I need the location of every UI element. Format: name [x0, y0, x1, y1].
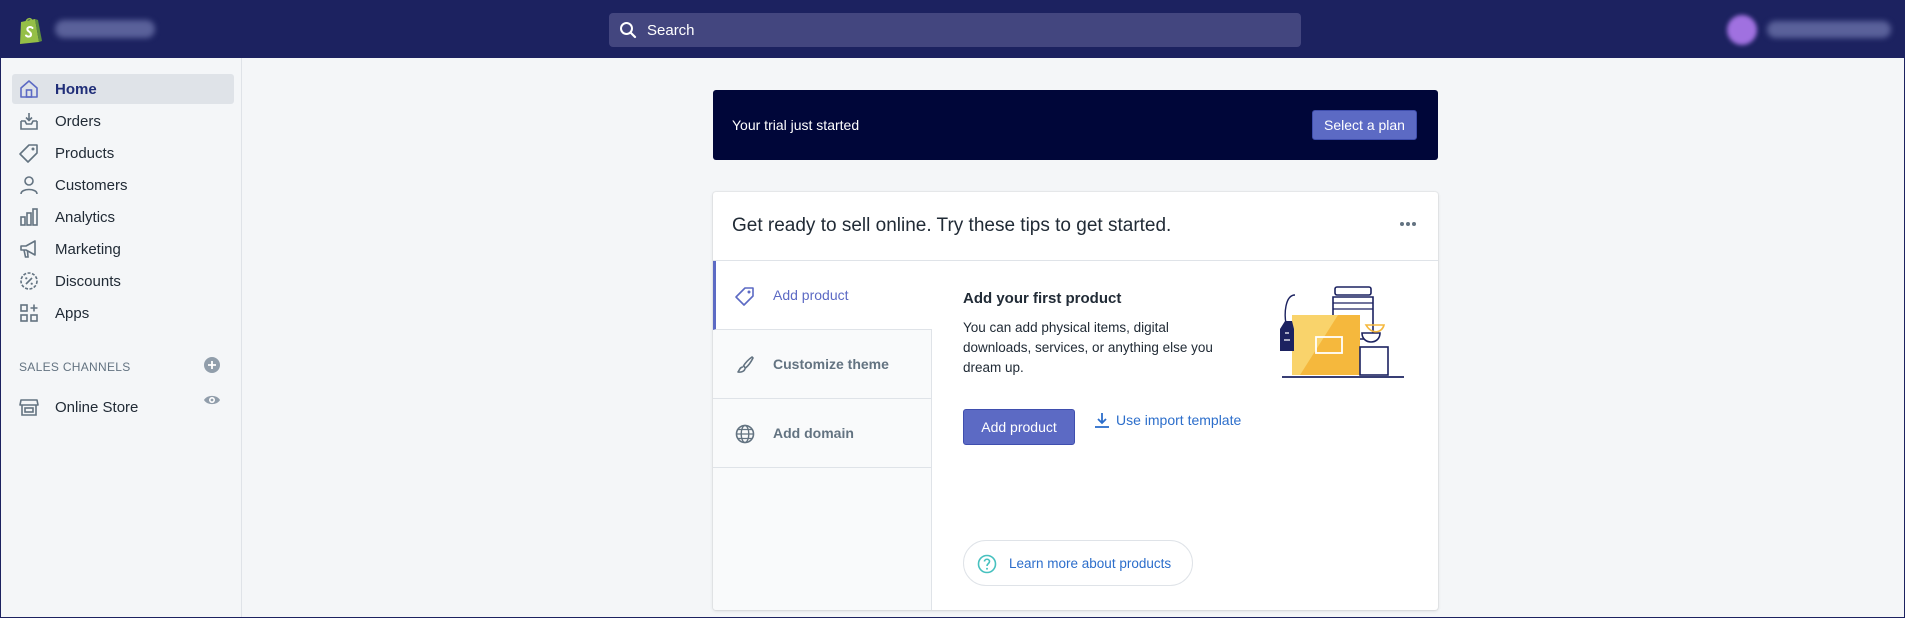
sidebar-item-customers[interactable]: Customers [12, 170, 234, 200]
trial-banner: Your trial just started Select a plan [713, 90, 1438, 160]
brush-icon [737, 356, 754, 373]
sidebar-item-marketing[interactable]: Marketing [12, 234, 234, 264]
sidebar-item-orders[interactable]: Orders [12, 106, 234, 136]
orders-icon [20, 113, 38, 130]
tab-label: Add domain [773, 425, 854, 441]
shopify-logo-icon[interactable] [17, 15, 43, 45]
download-icon [1095, 413, 1109, 428]
add-channel-icon[interactable] [203, 356, 221, 374]
person-icon [20, 176, 38, 195]
trial-banner-text: Your trial just started [732, 117, 860, 133]
sidebar-item-label: Online Store [55, 398, 139, 416]
sidebar-item-label: Marketing [55, 240, 121, 258]
sidebar-item-label: Analytics [55, 208, 116, 226]
add-product-button[interactable]: Add product [963, 409, 1075, 445]
sidebar-item-apps[interactable]: Apps [12, 298, 234, 328]
panel-description: You can add physical items, digital down… [963, 320, 1213, 375]
bar-chart-icon [20, 208, 38, 226]
sidebar-item-products[interactable]: Products [12, 138, 234, 168]
tab-customize-theme[interactable]: Customize theme [713, 330, 932, 399]
tab-add-domain[interactable]: Add domain [713, 399, 932, 468]
megaphone-icon [20, 240, 36, 258]
tab-add-product[interactable]: Add product [713, 261, 932, 330]
tab-label: Customize theme [773, 356, 889, 372]
home-icon [20, 80, 38, 98]
more-options-icon[interactable] [1398, 218, 1418, 230]
import-template-label: Use import template [1116, 412, 1242, 428]
sidebar-item-label: Discounts [55, 272, 121, 290]
import-template-link[interactable]: Use import template [1093, 411, 1241, 429]
learn-more-button[interactable]: Learn more about products [963, 540, 1193, 586]
eye-icon[interactable] [203, 391, 221, 409]
tab-label: Add product [773, 287, 849, 303]
top-bar [1, 1, 1904, 58]
app-window: Home Orders Products Customers [0, 0, 1905, 618]
search-icon [620, 22, 637, 39]
tips-tab-list: Add product Customize theme Add domain [713, 261, 932, 610]
sidebar-item-analytics[interactable]: Analytics [12, 202, 234, 232]
tag-icon [19, 144, 38, 163]
question-circle-icon [977, 554, 997, 574]
store-name-redacted[interactable] [55, 20, 155, 38]
select-plan-button[interactable]: Select a plan [1312, 110, 1417, 140]
search-bar[interactable] [609, 13, 1301, 47]
sidebar-item-online-store[interactable]: Online Store [12, 392, 234, 422]
search-input[interactable] [647, 21, 1247, 39]
sales-channels-heading: SALES CHANNELS [19, 360, 131, 374]
avatar[interactable] [1727, 15, 1757, 45]
tips-card: Get ready to sell online. Try these tips… [713, 192, 1438, 610]
sidebar-item-label: Products [55, 144, 115, 162]
store-icon [19, 399, 39, 416]
tips-card-title: Get ready to sell online. Try these tips… [732, 215, 1172, 236]
tag-icon [735, 287, 754, 306]
sidebar-item-label: Customers [55, 176, 128, 194]
products-illustration [1280, 286, 1404, 378]
sidebar: Home Orders Products Customers Analytics… [1, 58, 242, 617]
globe-icon [735, 424, 755, 444]
sidebar-item-label: Orders [55, 112, 101, 130]
sidebar-item-label: Home [55, 80, 97, 98]
discount-icon [20, 272, 38, 290]
learn-more-label: Learn more about products [1009, 556, 1172, 571]
apps-icon [20, 304, 38, 322]
user-name-redacted[interactable] [1767, 21, 1891, 38]
panel-title: Add your first product [963, 290, 1122, 307]
sidebar-item-discounts[interactable]: Discounts [12, 266, 234, 296]
sidebar-item-label: Apps [55, 304, 90, 322]
sidebar-item-home[interactable]: Home [12, 74, 234, 104]
